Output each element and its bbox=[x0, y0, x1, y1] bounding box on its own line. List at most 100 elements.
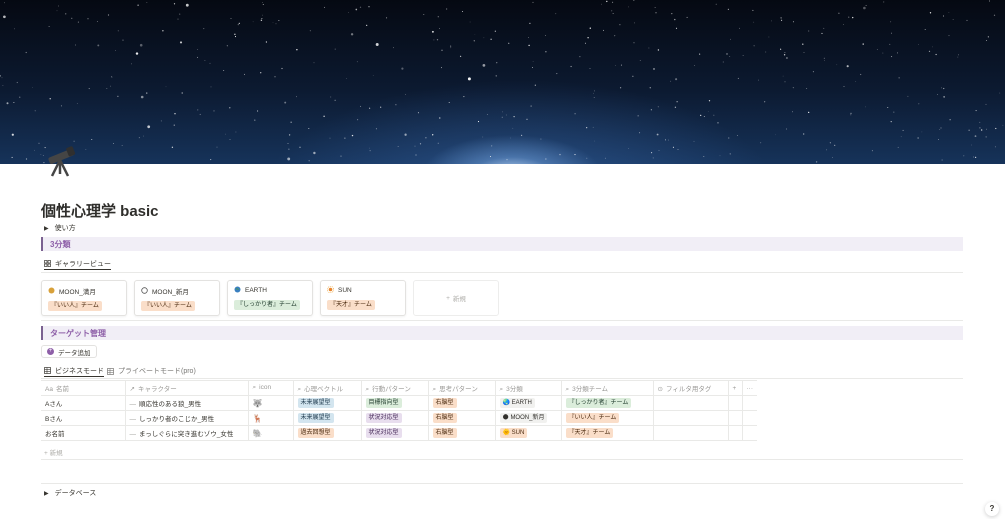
cell-name[interactable]: Bさん bbox=[41, 410, 126, 426]
star bbox=[780, 48, 782, 50]
star bbox=[742, 55, 744, 56]
tab-business-mode[interactable]: ビジネスモード bbox=[44, 365, 104, 377]
star bbox=[179, 41, 183, 44]
star bbox=[173, 124, 175, 126]
gallery-card-moon-full[interactable]: MOON_満月 『いい人』チーム bbox=[41, 280, 127, 316]
cell-filter-tag[interactable] bbox=[652, 425, 729, 441]
column-header-team[interactable]: ⌕ 3分類チーム bbox=[560, 380, 654, 396]
star bbox=[606, 0, 608, 3]
star bbox=[852, 16, 854, 19]
star bbox=[929, 12, 932, 14]
star bbox=[932, 46, 933, 48]
star bbox=[620, 64, 622, 66]
star bbox=[737, 77, 739, 79]
cell-team[interactable]: 『しっかり者』チーム bbox=[560, 395, 654, 411]
column-header-action[interactable]: ⌕ 行動パターン bbox=[360, 380, 429, 396]
column-header-icon[interactable]: ⌕ icon bbox=[247, 380, 294, 396]
star bbox=[278, 19, 280, 21]
character-link[interactable]: まっしぐらに突き進むゾウ_女性 bbox=[139, 431, 233, 438]
table-row[interactable]: Bさん — しっかり者のこじか_男性 🦌 未来展望型 状況対応型 右脳型 🌑 MO… bbox=[41, 410, 757, 426]
star bbox=[948, 35, 950, 37]
cell-action[interactable]: 状況対応型 bbox=[360, 410, 429, 426]
star bbox=[730, 38, 731, 40]
column-header-class3[interactable]: ⌕ 3分類 bbox=[494, 380, 562, 396]
star bbox=[940, 127, 942, 129]
column-label: キャラクター bbox=[137, 386, 177, 393]
cell-action[interactable]: 目標指向型 bbox=[360, 395, 429, 411]
more-options-button[interactable]: ··· bbox=[741, 380, 757, 396]
column-header-filter-tag[interactable]: ⊙ フィルタ用タグ bbox=[652, 380, 729, 396]
tab-private-mode[interactable]: プライベートモード(pro) bbox=[107, 365, 196, 377]
star bbox=[313, 151, 316, 155]
cell-class3[interactable]: 🌑 MOON_新月 bbox=[494, 410, 562, 426]
star bbox=[11, 133, 14, 136]
cell-filter-tag[interactable] bbox=[652, 395, 729, 411]
cell-name[interactable]: Aさん bbox=[41, 395, 126, 411]
add-data-button[interactable]: + データ追加 bbox=[41, 345, 97, 358]
star bbox=[355, 8, 358, 11]
star bbox=[842, 23, 844, 25]
cell-character[interactable]: — しっかり者のこじか_男性 bbox=[124, 410, 249, 426]
section-heading-label: ターゲット管理 bbox=[50, 328, 106, 338]
help-button[interactable]: ? bbox=[985, 502, 999, 516]
cell-filter-tag[interactable] bbox=[652, 410, 729, 426]
cell-vector[interactable]: 過去回想型 bbox=[292, 425, 362, 441]
cell-vector[interactable]: 未来展望型 bbox=[292, 410, 362, 426]
toggle-database[interactable]: ▶ データベース bbox=[44, 488, 96, 498]
add-column-button[interactable]: + bbox=[727, 380, 742, 396]
star bbox=[230, 17, 232, 19]
column-header-character[interactable]: ↗ キャラクター bbox=[124, 380, 249, 396]
cell-icon[interactable]: 🐺 bbox=[247, 395, 294, 411]
table-row[interactable]: Aさん — 順応性のある狼_男性 🐺 未来展望型 目標指向型 右脳型 🌏 EART… bbox=[41, 395, 757, 411]
cell-name[interactable]: お名前 bbox=[41, 425, 126, 441]
cell-team[interactable]: 『いい人』チーム bbox=[560, 410, 654, 426]
toggle-database-label: データベース bbox=[54, 490, 97, 497]
cell-thinking[interactable]: 右脳型 bbox=[427, 395, 496, 411]
cell-icon[interactable]: 🐘 bbox=[247, 425, 294, 441]
elephant-icon: 🐘 bbox=[252, 428, 263, 438]
star bbox=[775, 134, 776, 136]
cell-icon[interactable]: 🦌 bbox=[247, 410, 294, 426]
cell-empty bbox=[741, 395, 757, 411]
gallery-card-moon-new[interactable]: MOON_新月 『いい人』チーム bbox=[134, 280, 220, 316]
star bbox=[1002, 124, 1004, 126]
cell-character[interactable]: — まっしぐらに突き進むゾウ_女性 bbox=[124, 425, 249, 441]
star bbox=[177, 18, 179, 20]
star bbox=[614, 35, 616, 37]
star bbox=[627, 148, 629, 149]
cell-thinking[interactable]: 右脳型 bbox=[427, 425, 496, 441]
cell-thinking[interactable]: 右脳型 bbox=[427, 410, 496, 426]
tab-gallery-view[interactable]: ギャラリービュー bbox=[44, 258, 111, 270]
table-row[interactable]: お名前 — まっしぐらに突き進むゾウ_女性 🐘 過去回想型 状況対応型 右脳型 🌞… bbox=[41, 425, 757, 441]
gallery-card-sun[interactable]: SUN 『天才』チーム bbox=[320, 280, 406, 316]
star bbox=[802, 43, 804, 45]
new-card-button[interactable]: + 新規 bbox=[413, 280, 499, 316]
star bbox=[963, 155, 965, 157]
column-header-thinking[interactable]: ⌕ 思考パターン bbox=[427, 380, 496, 396]
column-header-vector[interactable]: ⌕ 心理ベクトル bbox=[292, 380, 362, 396]
star bbox=[356, 61, 358, 63]
divider bbox=[41, 483, 963, 484]
star bbox=[140, 95, 144, 99]
gallery-card-earth[interactable]: EARTH 『しっかり者』チーム bbox=[227, 280, 313, 316]
star bbox=[76, 103, 78, 104]
new-row-button[interactable]: + 新規 bbox=[44, 447, 63, 457]
cell-class3[interactable]: 🌏 EARTH bbox=[494, 395, 562, 411]
tag: 右脳型 bbox=[432, 428, 457, 438]
star bbox=[272, 22, 274, 23]
column-header-name[interactable]: Aa 名前 bbox=[41, 380, 126, 396]
star bbox=[357, 119, 359, 121]
cell-vector[interactable]: 未来展望型 bbox=[292, 395, 362, 411]
star bbox=[974, 135, 977, 137]
character-link[interactable]: しっかり者のこじか_男性 bbox=[139, 416, 214, 423]
cell-action[interactable]: 状況対応型 bbox=[360, 425, 429, 441]
cell-team[interactable]: 『天才』チーム bbox=[560, 425, 654, 441]
character-link[interactable]: 順応性のある狼_男性 bbox=[139, 401, 201, 408]
toggle-usage[interactable]: ▶ 使い方 bbox=[44, 223, 76, 233]
star bbox=[985, 136, 987, 138]
cell-class3[interactable]: 🌞 SUN bbox=[494, 425, 562, 441]
cell-character[interactable]: — 順応性のある狼_男性 bbox=[124, 395, 249, 411]
telescope-icon[interactable] bbox=[43, 143, 79, 179]
star bbox=[532, 1, 534, 3]
star bbox=[203, 28, 205, 30]
